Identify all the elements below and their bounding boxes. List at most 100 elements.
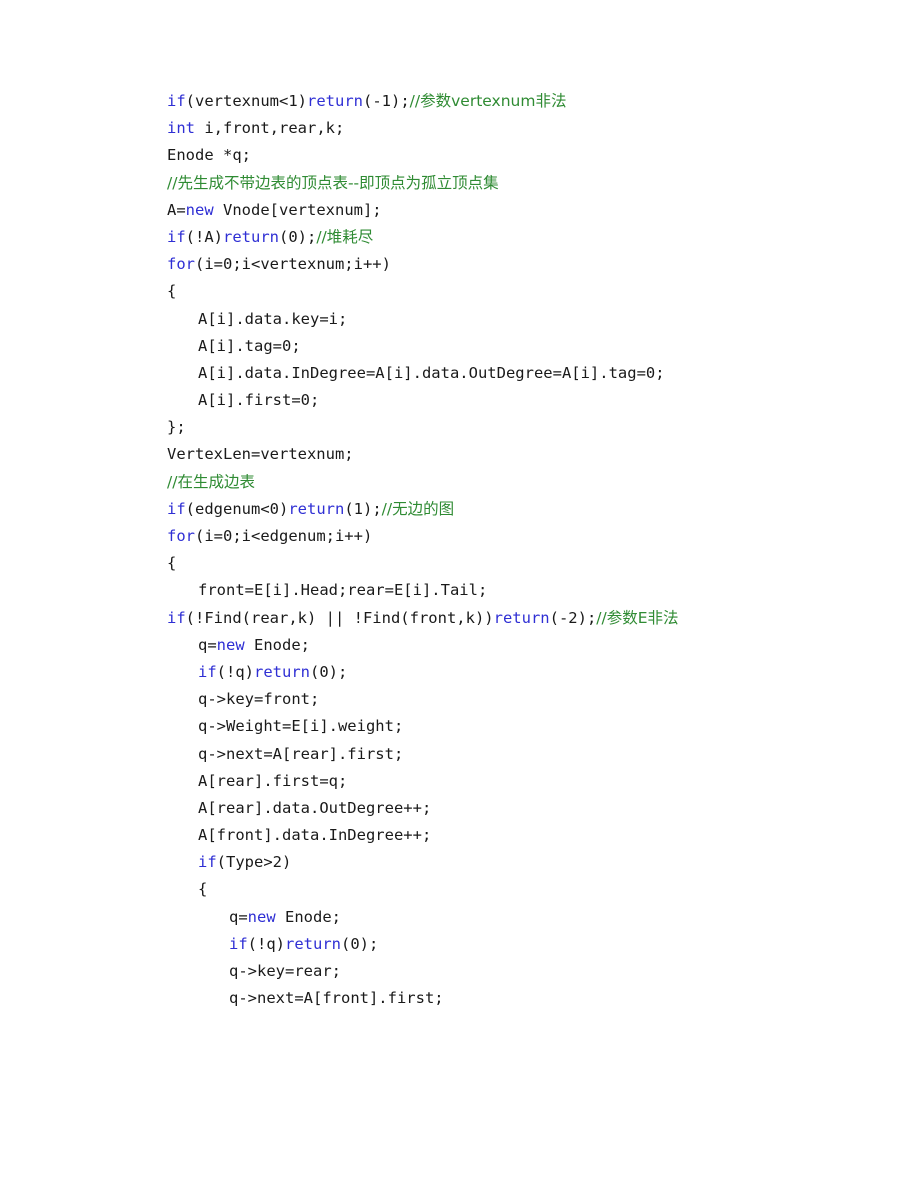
code-text: (i=0;i<edgenum;i++) [195,527,373,545]
code-text: { [198,880,208,899]
code-text: Enode; [275,907,341,926]
code-text: i,front,rear,k; [195,119,345,138]
document-page: if(vertexnum<1)return(-1);//参数vertexnum非… [0,0,920,1191]
code-line: if(!A)return(0);//堆耗尽 [135,224,795,251]
code-comment: //无边的图 [381,499,455,518]
code-line: VertexLen=vertexnum; [135,441,795,468]
code-line: A=new Vnode[vertexnum]; [135,197,795,224]
code-text: { [167,554,177,573]
code-keyword: return [285,934,341,953]
code-text: }; [167,418,186,437]
code-line: q=new Enode; [135,904,795,931]
code-text: (0); [310,662,348,681]
code-line: { [135,550,795,577]
code-keyword: return [288,499,345,518]
code-keyword: if [229,934,248,953]
code-line: if(edgenum<0)return(1);//无边的图 [135,496,795,523]
code-comment: //参数vertexnum非法 [409,92,567,110]
code-text: (Type>2) [216,853,292,872]
code-keyword: if [167,499,186,518]
code-keyword: return [223,227,279,246]
code-listing: if(vertexnum<1)return(-1);//参数vertexnum非… [135,88,795,1012]
code-keyword: int [167,119,195,138]
code-line: A[front].data.InDegree++; [135,822,795,849]
code-keyword: new [247,907,276,926]
code-text: (-1); [363,92,410,110]
code-text: Enode *q; [167,146,251,165]
code-text: A[i].tag=0; [198,336,301,355]
code-keyword: return [254,662,310,681]
code-line: A[rear].first=q; [135,768,795,795]
code-keyword: if [167,608,186,627]
code-keyword: if [198,662,217,681]
code-line: A[rear].data.OutDegree++; [135,795,795,822]
code-text: (!A) [185,227,223,246]
code-text: q->Weight=E[i].weight; [198,717,404,736]
code-line: if(!q)return(0); [135,931,795,958]
code-text: (i=0;i<vertexnum;i++) [195,255,391,274]
code-line: Enode *q; [135,142,795,169]
code-keyword: return [493,608,550,627]
code-comment: //先生成不带边表的顶点表--即顶点为孤立顶点集 [167,173,499,192]
code-line: if(vertexnum<1)return(-1);//参数vertexnum非… [135,88,795,115]
code-line: A[i].data.key=i; [135,306,795,333]
code-text: (!q) [216,662,254,681]
code-text: front=E[i].Head;rear=E[i].Tail; [198,581,488,600]
code-line: if(!q)return(0); [135,659,795,686]
code-text: Enode; [244,635,310,654]
code-line: q->Weight=E[i].weight; [135,713,795,740]
code-line: if(Type>2) [135,849,795,876]
code-text: A[rear].data.OutDegree++; [198,798,432,817]
code-text: A= [167,200,186,219]
code-comment: //参数E非法 [596,608,679,627]
code-line: int i,front,rear,k; [135,115,795,142]
code-text: { [167,282,177,301]
code-text: A[i].data.InDegree=A[i].data.OutDegree=A… [198,363,665,382]
code-keyword: new [216,635,245,654]
code-text: Vnode[vertexnum]; [213,200,382,219]
code-text: q->key=front; [198,690,320,709]
code-line: //先生成不带边表的顶点表--即顶点为孤立顶点集 [135,170,795,197]
code-comment: //堆耗尽 [316,227,374,246]
code-text: q= [198,635,217,654]
code-keyword: if [167,92,186,110]
code-text: q->key=rear; [229,962,341,981]
code-keyword: for [167,255,195,274]
code-line: A[i].data.InDegree=A[i].data.OutDegree=A… [135,360,795,387]
code-keyword: for [167,527,195,545]
code-line: front=E[i].Head;rear=E[i].Tail; [135,577,795,604]
code-line: //在生成边表 [135,469,795,496]
code-line: { [135,278,795,305]
code-line: A[i].first=0; [135,387,795,414]
code-text: (0); [279,227,317,246]
code-line: for(i=0;i<vertexnum;i++) [135,251,795,278]
code-text: A[i].first=0; [198,391,320,410]
code-line: { [135,876,795,903]
code-line: q->key=rear; [135,958,795,985]
code-text: q->next=A[rear].first; [198,744,404,763]
code-keyword: if [198,853,217,872]
code-line: }; [135,414,795,441]
code-text: A[i].data.key=i; [198,309,348,328]
code-text: (0); [341,934,379,953]
code-text: A[front].data.InDegree++; [198,826,432,845]
code-line: for(i=0;i<edgenum;i++) [135,523,795,550]
code-line: if(!Find(rear,k) || !Find(front,k))retur… [135,605,795,632]
code-line: A[i].tag=0; [135,333,795,360]
code-line: q->next=A[rear].first; [135,741,795,768]
code-line: q->key=front; [135,686,795,713]
code-text: A[rear].first=q; [198,771,348,790]
code-line: q->next=A[front].first; [135,985,795,1012]
code-keyword: return [307,92,363,110]
code-text: (!Find(rear,k) || !Find(front,k)) [185,608,494,627]
code-text: q= [229,907,248,926]
code-text: (vertexnum<1) [185,92,307,110]
code-line: q=new Enode; [135,632,795,659]
code-text: (-2); [549,608,597,627]
code-text: q->next=A[front].first; [229,989,444,1008]
code-text: (!q) [247,934,285,953]
code-keyword: new [185,200,214,219]
code-text: (edgenum<0) [185,499,289,518]
code-text: (1); [344,499,382,518]
code-comment: //在生成边表 [167,472,255,491]
